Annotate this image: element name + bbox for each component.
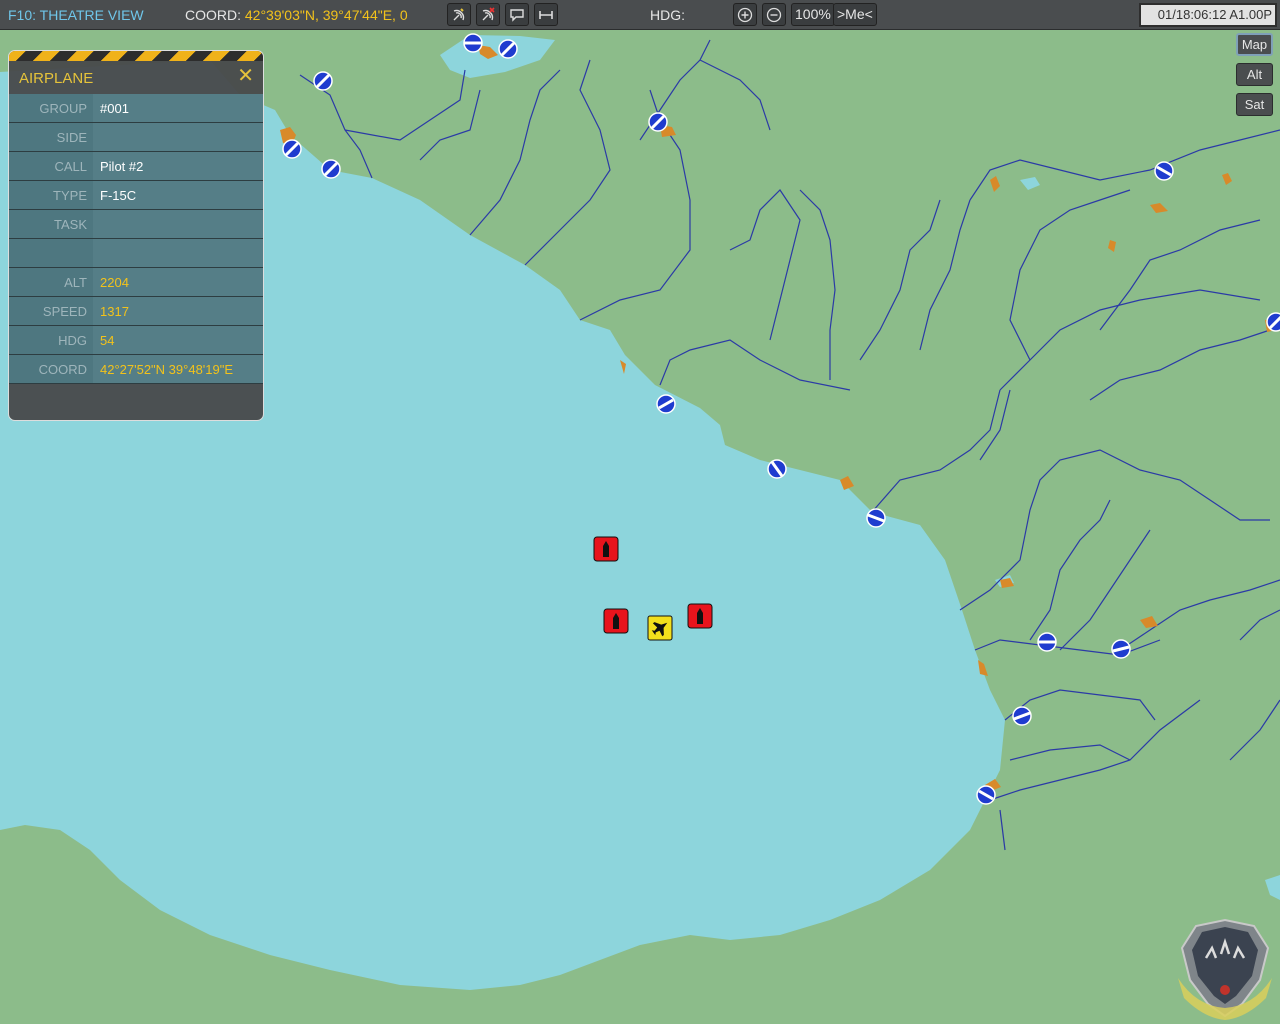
attribute-value: 2204 [93, 268, 263, 296]
heading-label: HDG: [650, 7, 685, 23]
top-bar: F10: THEATRE VIEW COORD: 42°39'03"N, 39°… [0, 0, 1280, 30]
attribute-key: CALL [54, 159, 87, 174]
satellite-off-icon [482, 6, 495, 20]
hazard-stripe [9, 51, 263, 61]
close-icon[interactable]: ✕ [237, 66, 254, 86]
attribute-value: F-15C [93, 181, 263, 209]
airbase-icon[interactable] [321, 159, 341, 179]
attribute-key: SPEED [42, 304, 87, 319]
map-mode-map-button[interactable]: Map [1236, 33, 1273, 56]
airbase-icon[interactable] [656, 394, 676, 414]
satellite-icon [453, 7, 465, 20]
attribute-row: GROUP #001 [9, 94, 263, 123]
attribute-value: Pilot #2 [93, 152, 263, 180]
zoom-in-button[interactable] [733, 3, 757, 26]
airbase-icon[interactable] [767, 459, 787, 479]
attribute-row: SIDE [9, 123, 263, 152]
airbase-icon[interactable] [498, 39, 518, 59]
map-mode-alt-button[interactable]: Alt [1236, 63, 1273, 86]
satellite-button[interactable] [447, 3, 471, 26]
coord-value: 42°39'03"N, 39°47'44"E, 0 [244, 7, 408, 23]
unit-info-panel: AIRPLANE ✕ GROUP #001 SIDE CALL Pilot #2 TYPE… [8, 50, 264, 421]
airbase-icon[interactable] [1111, 639, 1131, 659]
attribute-value [93, 239, 263, 267]
hostile-ship-icon[interactable] [603, 608, 629, 634]
attribute-key: HDG [58, 333, 87, 348]
attribute-key: GROUP [39, 101, 87, 116]
zoom-level-button[interactable]: 100% [791, 3, 835, 26]
attribute-row: CALL Pilot #2 [9, 152, 263, 181]
attribute-key: COORD [38, 362, 87, 377]
hostile-ship-icon[interactable] [593, 536, 619, 562]
attribute-row: HDG 54 [9, 326, 263, 355]
attribute-key: TASK [54, 217, 87, 232]
zoom-in-icon [737, 7, 753, 22]
airbase-icon[interactable] [463, 33, 483, 53]
attribute-value: 54 [93, 326, 263, 354]
attribute-value [93, 210, 263, 238]
airbase-icon[interactable] [1037, 632, 1057, 652]
center-on-me-button[interactable]: >Me< [833, 3, 877, 26]
airbase-icon[interactable] [282, 139, 302, 159]
coord-readout: COORD: 42°39'03"N, 39°47'44"E, 0 [185, 7, 408, 23]
airbase-icon[interactable] [313, 71, 333, 91]
coord-label: COORD: [185, 7, 241, 23]
airbase-icon[interactable] [648, 112, 668, 132]
hostile-ship-icon[interactable] [687, 603, 713, 629]
attribute-value [93, 123, 263, 151]
attribute-row: TYPE F-15C [9, 181, 263, 210]
attribute-key: ALT [64, 275, 87, 290]
attribute-key: SIDE [56, 130, 87, 145]
satellite-off-button[interactable] [476, 3, 500, 26]
mission-clock: 01/18:06:12 A1.00P [1139, 3, 1277, 27]
map-mode-sat-button[interactable]: Sat [1236, 93, 1273, 116]
airbase-icon[interactable] [866, 508, 886, 528]
squadron-logo [1178, 918, 1272, 1020]
message-button[interactable] [505, 3, 529, 26]
ruler-button[interactable] [534, 3, 558, 26]
airbase-icon[interactable] [1154, 161, 1174, 181]
attribute-row: ALT 2204 [9, 268, 263, 297]
airbase-icon[interactable] [976, 785, 996, 805]
message-icon [510, 8, 524, 22]
ruler-icon [539, 10, 553, 19]
attribute-row [9, 239, 263, 268]
attribute-value: 1317 [93, 297, 263, 325]
attribute-value: #001 [93, 94, 263, 122]
zoom-out-button[interactable] [762, 3, 786, 26]
attribute-key [9, 239, 93, 267]
zoom-out-icon [766, 7, 782, 22]
airbase-icon[interactable] [1266, 312, 1280, 332]
airbase-icon[interactable] [1012, 706, 1032, 726]
view-title: F10: THEATRE VIEW [8, 7, 144, 23]
attribute-row: TASK [9, 210, 263, 239]
panel-title: AIRPLANE [19, 70, 94, 87]
attribute-row: SPEED 1317 [9, 297, 263, 326]
attribute-key: TYPE [53, 188, 87, 203]
player-aircraft-icon[interactable] [647, 615, 673, 641]
attribute-row: COORD 42°27'52"N 39°48'19"E [9, 355, 263, 384]
attribute-value: 42°27'52"N 39°48'19"E [93, 355, 263, 383]
